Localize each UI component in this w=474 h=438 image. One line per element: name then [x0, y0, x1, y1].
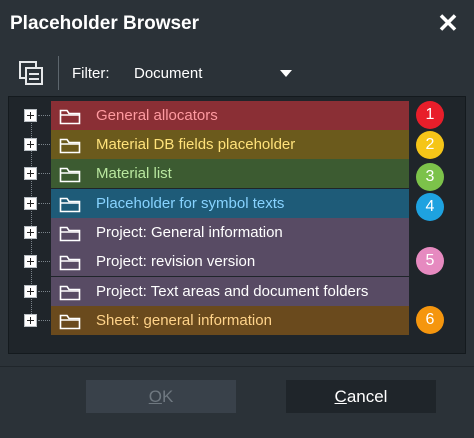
ok-button-mnemonic: O: [148, 387, 162, 406]
tree-row-label: Project: Text areas and document folders: [96, 283, 369, 300]
folder-icon: [59, 136, 81, 154]
folder-icon: [59, 283, 81, 301]
tree-row-label: Material list: [96, 165, 172, 182]
tree-row-label: Sheet: general information: [96, 312, 272, 329]
plus-expander-icon[interactable]: [24, 255, 37, 268]
footer-divider: [0, 366, 474, 367]
plus-expander-icon[interactable]: [24, 285, 37, 298]
tree-row[interactable]: Project: Text areas and document folders: [0, 277, 474, 306]
plus-expander-icon[interactable]: [24, 138, 37, 151]
folder-icon: [59, 165, 81, 183]
tree-connector-dash: [38, 261, 50, 262]
ok-button-label-rest: K: [161, 387, 174, 406]
number-badge: 2: [416, 131, 444, 159]
tree-row-label: Project: revision version: [96, 253, 256, 270]
toolbar-separator: [58, 56, 59, 90]
folder-icon: [59, 312, 81, 330]
plus-expander-icon[interactable]: [24, 226, 37, 239]
number-badge: 6: [416, 306, 444, 334]
copy-window-icon[interactable]: [17, 59, 45, 87]
chevron-down-icon: [280, 70, 292, 77]
plus-expander-icon[interactable]: [24, 167, 37, 180]
dialog-title: Placeholder Browser: [10, 13, 200, 34]
tree-connector-dash: [38, 173, 50, 174]
tree-connector-dash: [38, 320, 50, 321]
close-icon[interactable]: ✕: [436, 10, 460, 36]
number-badge: 3: [416, 163, 444, 191]
plus-expander-icon[interactable]: [24, 314, 37, 327]
folder-icon: [59, 107, 81, 125]
tree-connector-dash: [38, 115, 50, 116]
number-badge: 4: [416, 193, 444, 221]
tree-row-label: General allocators: [96, 107, 218, 124]
tree-connector-dash: [38, 232, 50, 233]
tree-row[interactable]: Material DB fields placeholder: [0, 130, 474, 159]
plus-expander-icon[interactable]: [24, 197, 37, 210]
tree-row-label: Placeholder for symbol texts: [96, 195, 285, 212]
title-bar: Placeholder Browser ✕: [0, 0, 474, 50]
tree-connector-dash: [38, 144, 50, 145]
filter-dropdown-value: Document: [134, 65, 203, 82]
tree-row[interactable]: Placeholder for symbol texts: [0, 189, 474, 218]
filter-dropdown[interactable]: Document: [128, 58, 300, 88]
tree-row[interactable]: Sheet: general information: [0, 306, 474, 335]
folder-icon: [59, 195, 81, 213]
number-badge: 1: [416, 101, 444, 129]
tree-row[interactable]: Material list: [0, 159, 474, 188]
number-badge: 5: [416, 247, 444, 275]
tree-row-label: Project: General information: [96, 224, 283, 241]
filter-label: Filter:: [72, 65, 110, 82]
cancel-button-label-rest: ancel: [346, 387, 388, 406]
toolbar: Filter: Document: [0, 50, 474, 96]
tree-connector-dash: [38, 291, 50, 292]
cancel-button-mnemonic: C: [334, 387, 347, 406]
folder-icon: [59, 224, 81, 242]
tree-row-label: Material DB fields placeholder: [96, 136, 296, 153]
tree-row[interactable]: Project: General information: [0, 218, 474, 247]
tree-connector-dash: [38, 203, 50, 204]
tree-row[interactable]: Project: revision version: [0, 247, 474, 276]
plus-expander-icon[interactable]: [24, 109, 37, 122]
folder-icon: [59, 253, 81, 271]
cancel-button[interactable]: Cancel: [286, 380, 436, 413]
tree-row[interactable]: General allocators: [0, 101, 474, 130]
ok-button[interactable]: OK: [86, 380, 236, 413]
